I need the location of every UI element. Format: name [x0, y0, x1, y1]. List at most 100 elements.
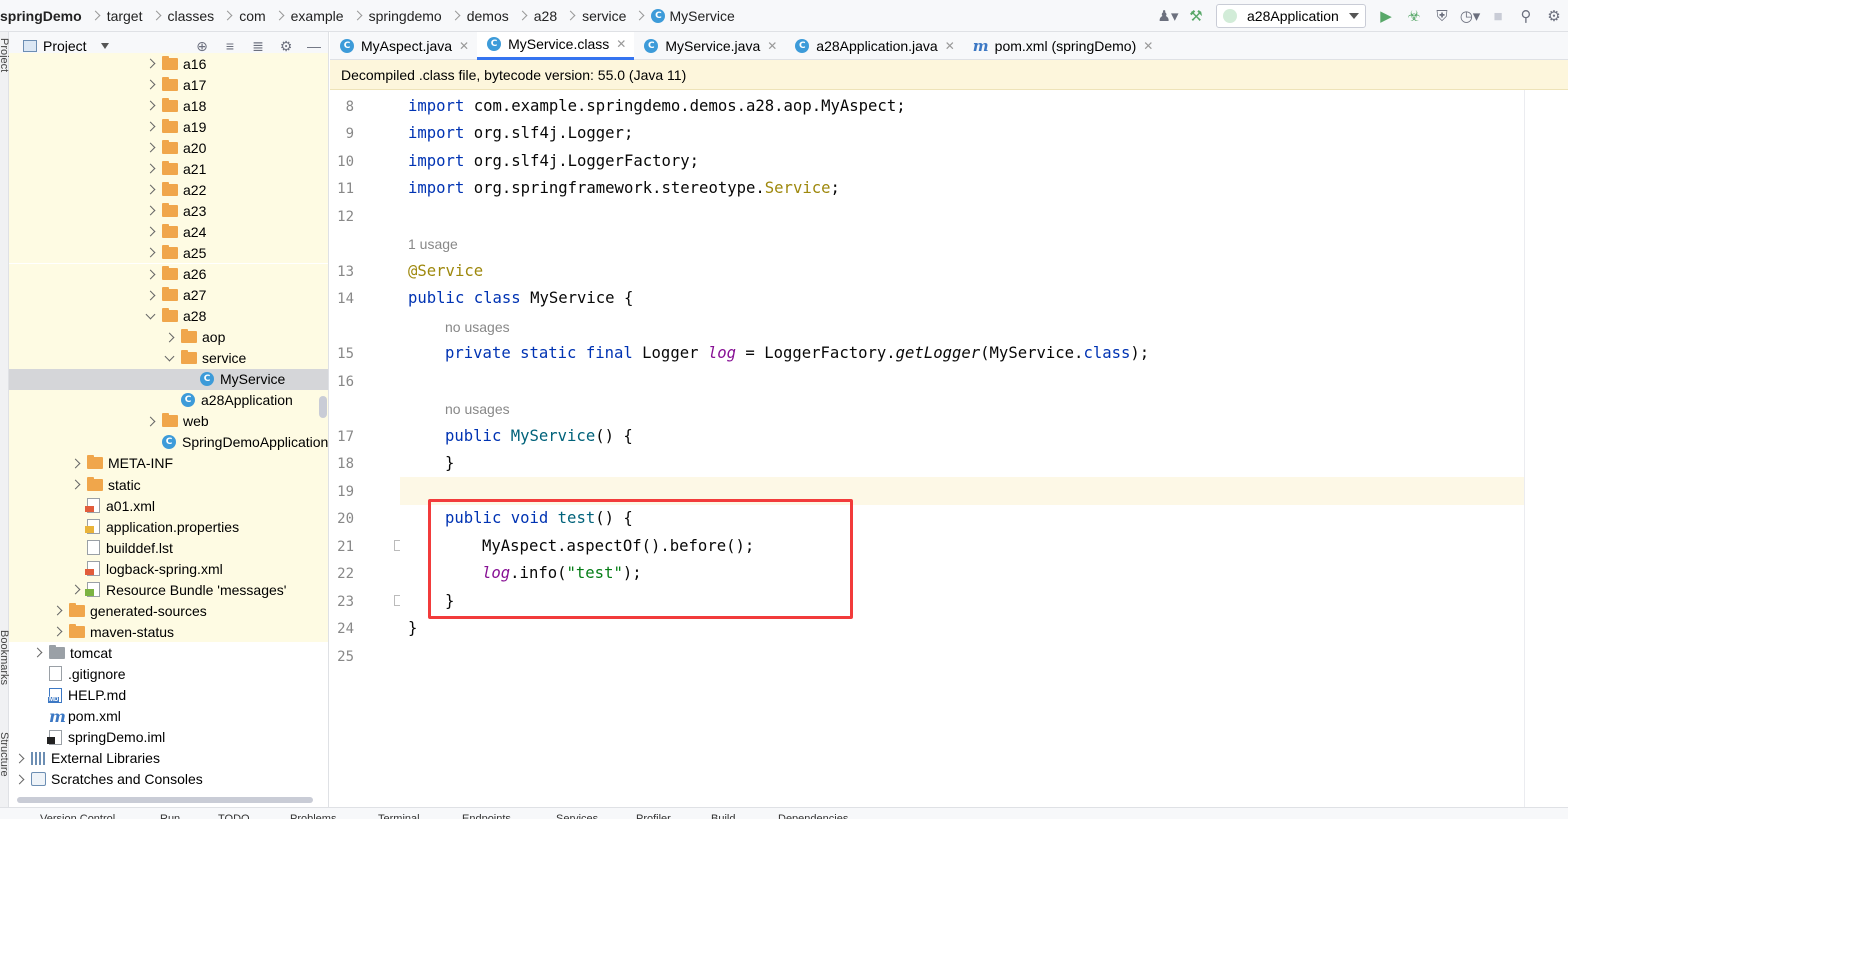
tool-window-button[interactable]: Terminal: [378, 813, 420, 819]
chevron-right-icon[interactable]: [144, 226, 156, 238]
tree-item[interactable]: aop: [9, 326, 328, 348]
coverage-icon[interactable]: ⛨: [1428, 2, 1456, 30]
chevron-right-icon[interactable]: [69, 479, 81, 491]
chevron-right-icon[interactable]: [144, 415, 156, 427]
tree-item[interactable]: springDemo.iml: [9, 727, 328, 748]
chevron-right-icon[interactable]: [51, 605, 63, 617]
breadcrumb-item[interactable]: classes: [160, 8, 233, 24]
chevron-right-icon[interactable]: [13, 752, 25, 764]
tree-item[interactable]: web: [9, 410, 328, 432]
tree-item[interactable]: generated-sources: [9, 600, 328, 622]
editor-tab[interactable]: C MyService.class ✕: [477, 31, 635, 60]
tree-item[interactable]: a22: [9, 179, 328, 201]
chevron-down-icon[interactable]: [144, 310, 156, 322]
tool-window-button[interactable]: Dependencies: [778, 813, 848, 819]
tree-item[interactable]: a20: [9, 137, 328, 159]
build-hammer-icon[interactable]: ⚒: [1182, 2, 1210, 30]
chevron-right-icon[interactable]: [163, 331, 175, 343]
breadcrumb-item[interactable]: service: [574, 8, 645, 24]
tree-item[interactable]: application.properties: [9, 516, 328, 538]
tree-item[interactable]: a26: [9, 263, 328, 285]
project-tree-horizontal-scrollbar[interactable]: [17, 797, 313, 803]
breadcrumb-item[interactable]: a28: [526, 8, 576, 24]
tree-item[interactable]: m pom.xml: [9, 706, 328, 727]
project-tree-scrollbar[interactable]: [319, 396, 327, 418]
tree-item[interactable]: builddef.lst: [9, 537, 328, 559]
tree-item[interactable]: Scratches and Consoles: [9, 769, 328, 790]
chevron-right-icon[interactable]: [144, 184, 156, 196]
tree-item[interactable]: C SpringDemoApplication: [9, 431, 328, 453]
profile-icon[interactable]: ◷▾: [1456, 2, 1484, 30]
tool-window-button[interactable]: Profiler: [636, 813, 671, 819]
tree-item[interactable]: a28: [9, 305, 328, 327]
debug-icon[interactable]: ☣: [1400, 2, 1428, 30]
breadcrumb-item[interactable]: com: [231, 8, 285, 24]
tree-item[interactable]: .gitignore: [9, 663, 328, 684]
chevron-right-icon[interactable]: [69, 457, 81, 469]
chevron-right-icon[interactable]: [144, 163, 156, 175]
tree-item[interactable]: C MyService: [9, 368, 328, 390]
chevron-right-icon[interactable]: [51, 626, 63, 638]
close-icon[interactable]: ✕: [945, 39, 955, 53]
tree-item[interactable]: a25: [9, 242, 328, 264]
chevron-right-icon[interactable]: [144, 100, 156, 112]
run-configuration-select[interactable]: a28Application: [1216, 4, 1366, 28]
code-editor[interactable]: import com.example.springdemo.demos.a28.…: [400, 90, 1524, 807]
no-usages-hint[interactable]: no usages: [445, 319, 510, 335]
expand-all-icon[interactable]: ≡: [216, 38, 244, 54]
editor-tab[interactable]: C MyAspect.java ✕: [330, 32, 477, 60]
gear-icon[interactable]: ⚙: [272, 38, 300, 55]
editor-tab[interactable]: C MyService.java ✕: [634, 32, 785, 60]
tree-item[interactable]: a17: [9, 74, 328, 96]
search-icon[interactable]: ⚲: [1512, 2, 1540, 30]
tree-item[interactable]: External Libraries: [9, 748, 328, 769]
breadcrumb-item[interactable]: demos: [459, 8, 528, 24]
project-panel-title[interactable]: Project: [43, 38, 87, 54]
locate-icon[interactable]: ⊕: [188, 38, 216, 55]
chevron-right-icon[interactable]: [144, 79, 156, 91]
stop-icon[interactable]: ■: [1484, 2, 1512, 30]
close-icon[interactable]: ✕: [767, 39, 777, 53]
tree-item[interactable]: a27: [9, 284, 328, 306]
tree-item[interactable]: a24: [9, 221, 328, 243]
editor-tab[interactable]: Ca28Application.java ✕: [785, 32, 962, 60]
close-icon[interactable]: ✕: [1143, 39, 1153, 53]
chevron-right-icon[interactable]: [144, 289, 156, 301]
chevron-down-icon[interactable]: [163, 352, 175, 364]
tree-item[interactable]: a16: [9, 53, 328, 74]
usage-hint[interactable]: 1 usage: [408, 236, 458, 252]
chevron-right-icon[interactable]: [144, 58, 156, 70]
tool-window-button[interactable]: Build: [711, 813, 735, 819]
tool-window-button[interactable]: TODO: [218, 813, 250, 819]
tool-window-button[interactable]: Problems: [290, 813, 336, 819]
tree-item[interactable]: a21: [9, 158, 328, 180]
tree-item[interactable]: HELP.md: [9, 685, 328, 706]
tree-item[interactable]: a19: [9, 116, 328, 138]
chevron-right-icon[interactable]: [144, 121, 156, 133]
tool-window-button[interactable]: Services: [556, 813, 598, 819]
chevron-right-icon[interactable]: [13, 773, 25, 785]
chevron-right-icon[interactable]: [69, 584, 81, 596]
chevron-right-icon[interactable]: [31, 647, 43, 659]
close-icon[interactable]: ✕: [616, 37, 626, 51]
tree-item[interactable]: a01.xml: [9, 495, 328, 517]
user-icon[interactable]: ♟▾: [1154, 2, 1182, 30]
tree-item[interactable]: service: [9, 347, 328, 369]
tree-item[interactable]: tomcat: [9, 642, 328, 663]
chevron-right-icon[interactable]: [144, 268, 156, 280]
tree-item[interactable]: Resource Bundle 'messages': [9, 579, 328, 601]
breadcrumb-item[interactable]: example: [283, 8, 363, 24]
chevron-right-icon[interactable]: [144, 247, 156, 259]
breadcrumb-item[interactable]: C MyService: [643, 8, 735, 24]
collapse-all-icon[interactable]: ≣: [244, 38, 272, 55]
no-usages-hint[interactable]: no usages: [445, 401, 510, 417]
breadcrumb-item[interactable]: target: [99, 8, 161, 24]
tree-item[interactable]: a18: [9, 95, 328, 117]
editor-tab[interactable]: m pom.xml (springDemo) ✕: [963, 32, 1162, 60]
tree-item[interactable]: META-INF: [9, 452, 328, 474]
tool-window-button[interactable]: Run: [160, 813, 180, 819]
breadcrumb-item[interactable]: springDemo: [0, 8, 101, 24]
settings-icon[interactable]: ⚙: [1540, 2, 1568, 30]
hide-icon[interactable]: —: [300, 38, 328, 54]
tree-item[interactable]: logback-spring.xml: [9, 558, 328, 580]
